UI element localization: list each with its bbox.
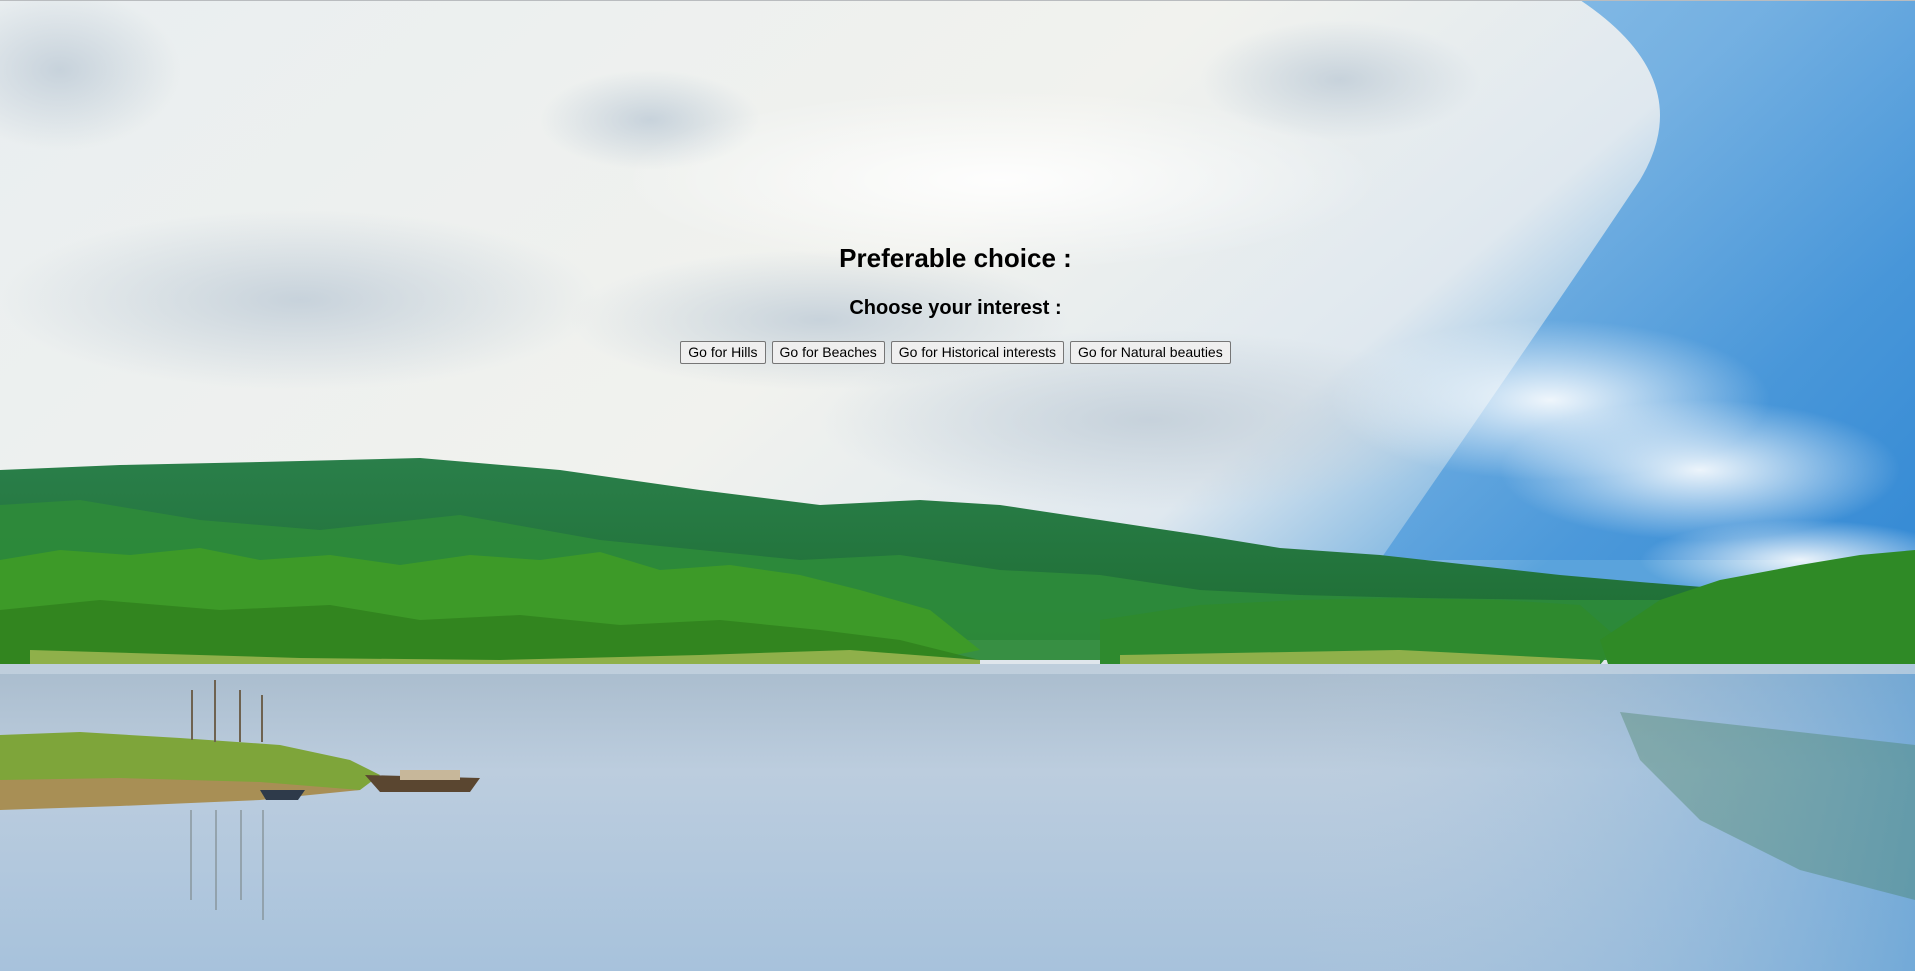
top-border bbox=[0, 0, 1915, 1]
beaches-button[interactable]: Go for Beaches bbox=[771, 341, 885, 364]
page: Preferable choice : Choose your interest… bbox=[0, 0, 1915, 971]
choice-button-row: Go for Hills Go for Beaches Go for Histo… bbox=[0, 341, 1911, 364]
natural-beauties-button[interactable]: Go for Natural beauties bbox=[1069, 341, 1231, 364]
hills-button[interactable]: Go for Hills bbox=[680, 341, 766, 364]
historical-interests-button[interactable]: Go for Historical interests bbox=[890, 341, 1064, 364]
interest-subtitle: Choose your interest : bbox=[849, 297, 1062, 319]
page-title: Preferable choice : bbox=[839, 243, 1072, 273]
content-area: Preferable choice : Choose your interest… bbox=[0, 0, 1915, 400]
